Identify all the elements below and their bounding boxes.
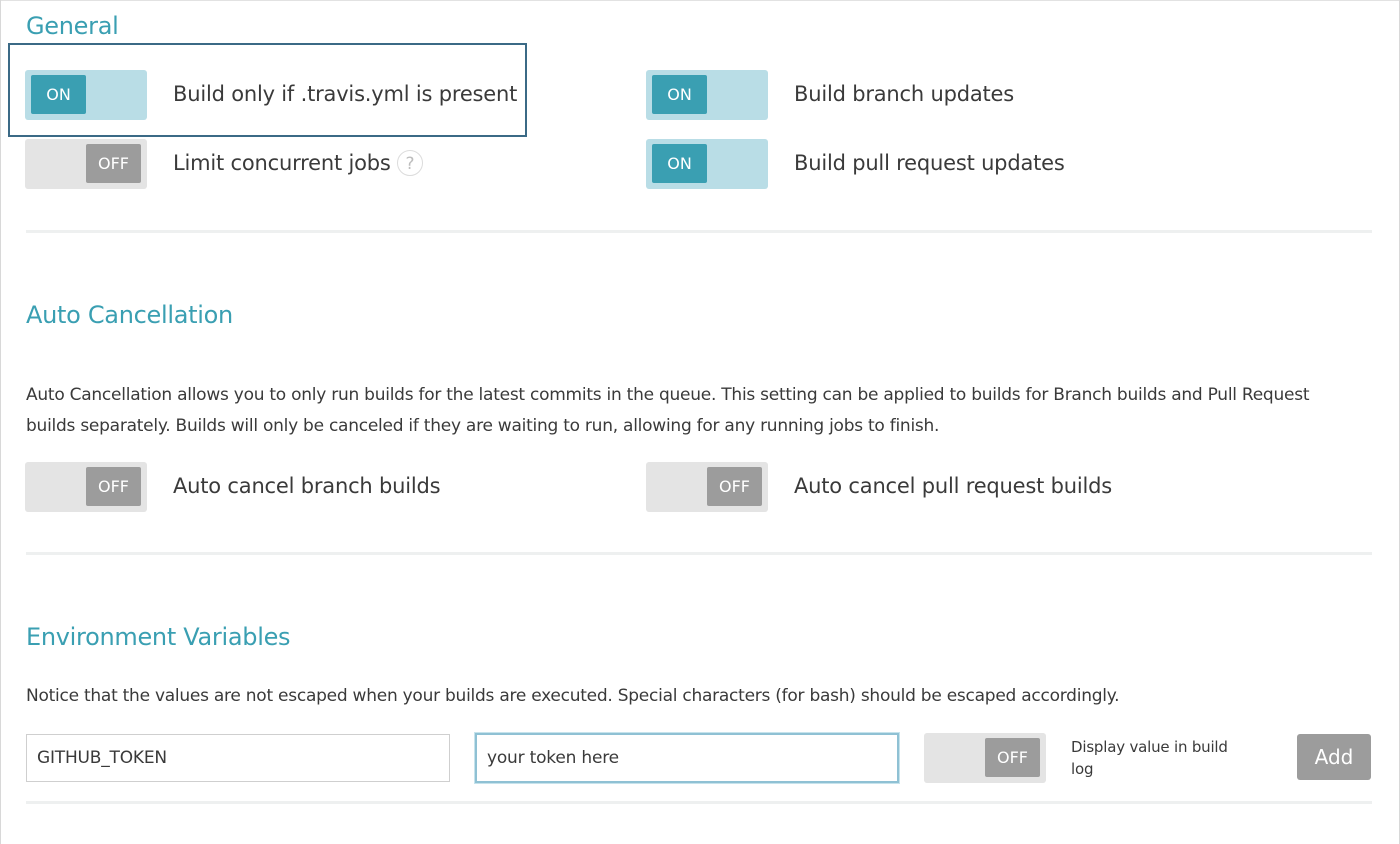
- auto-cancellation-heading: Auto Cancellation: [26, 301, 233, 329]
- auto-cancel-branch-builds-label: Auto cancel branch builds: [173, 474, 441, 498]
- auto-cancel-pull-request-builds-toggle[interactable]: OFF: [646, 462, 768, 512]
- toggle-knob: ON: [31, 75, 86, 114]
- build-only-if-yml-label: Build only if .travis.yml is present: [173, 82, 518, 106]
- toggle-knob: OFF: [985, 738, 1040, 777]
- add-button[interactable]: Add: [1297, 734, 1371, 780]
- window-top-border: [0, 0, 1400, 1]
- section-divider: [26, 801, 1372, 804]
- build-only-if-yml-toggle[interactable]: ON: [25, 70, 147, 120]
- environment-variables-notice: Notice that the values are not escaped w…: [26, 686, 1120, 706]
- section-divider: [26, 230, 1372, 233]
- build-branch-updates-toggle[interactable]: ON: [646, 70, 768, 120]
- environment-variables-heading: Environment Variables: [26, 623, 291, 651]
- display-value-label: Display value in build log: [1071, 738, 1228, 778]
- limit-concurrent-jobs-label: Limit concurrent jobs: [173, 151, 391, 175]
- general-heading: General: [26, 12, 119, 40]
- toggle-knob: OFF: [707, 467, 762, 506]
- build-pull-request-updates-toggle[interactable]: ON: [646, 139, 768, 189]
- auto-cancellation-description: Auto Cancellation allows you to only run…: [26, 385, 1310, 436]
- build-pull-request-updates-label: Build pull request updates: [794, 151, 1065, 175]
- section-divider: [26, 552, 1372, 555]
- toggle-knob: ON: [652, 144, 707, 183]
- auto-cancel-pull-request-builds-label: Auto cancel pull request builds: [794, 474, 1112, 498]
- limit-concurrent-jobs-toggle[interactable]: OFF: [25, 139, 147, 189]
- auto-cancel-branch-builds-toggle[interactable]: OFF: [25, 462, 147, 512]
- toggle-knob: OFF: [86, 467, 141, 506]
- help-icon[interactable]: ?: [397, 150, 423, 176]
- env-var-value-input[interactable]: [475, 733, 899, 783]
- toggle-knob: ON: [652, 75, 707, 114]
- env-var-name-input[interactable]: [26, 734, 450, 782]
- window-left-border: [0, 0, 1, 844]
- build-branch-updates-label: Build branch updates: [794, 82, 1014, 106]
- toggle-knob: OFF: [86, 144, 141, 183]
- display-value-toggle[interactable]: OFF: [924, 733, 1046, 783]
